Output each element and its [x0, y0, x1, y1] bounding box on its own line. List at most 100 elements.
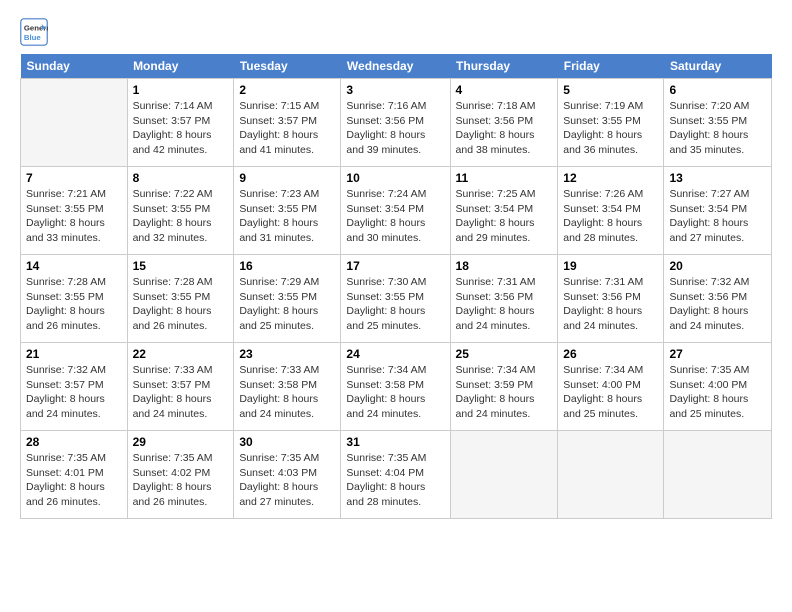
cell-info: Sunrise: 7:23 AMSunset: 3:55 PMDaylight:… — [239, 187, 335, 246]
cell-info: Sunrise: 7:30 AMSunset: 3:55 PMDaylight:… — [346, 275, 444, 334]
calendar-cell: 10 Sunrise: 7:24 AMSunset: 3:54 PMDayligh… — [341, 167, 450, 255]
cell-info: Sunrise: 7:21 AMSunset: 3:55 PMDaylight:… — [26, 187, 122, 246]
cell-info: Sunrise: 7:35 AMSunset: 4:03 PMDaylight:… — [239, 451, 335, 510]
day-header-monday: Monday — [127, 54, 234, 79]
calendar-cell: 23 Sunrise: 7:33 AMSunset: 3:58 PMDayligh… — [234, 343, 341, 431]
day-header-wednesday: Wednesday — [341, 54, 450, 79]
day-header-tuesday: Tuesday — [234, 54, 341, 79]
calendar-cell: 19Sunrise: 7:31 AMSunset: 3:56 PMDayligh… — [558, 255, 664, 343]
day-number: 31 — [346, 435, 444, 449]
day-number: 6 — [669, 83, 766, 97]
calendar-cell: 17 Sunrise: 7:30 AMSunset: 3:55 PMDayligh… — [341, 255, 450, 343]
calendar-cell: 22 Sunrise: 7:33 AMSunset: 3:57 PMDayligh… — [127, 343, 234, 431]
logo-icon: General Blue — [20, 18, 48, 46]
logo: General Blue — [20, 18, 48, 46]
cell-info: Sunrise: 7:25 AMSunset: 3:54 PMDaylight:… — [456, 187, 553, 246]
cell-info: Sunrise: 7:35 AMSunset: 4:00 PMDaylight:… — [669, 363, 766, 422]
cell-info: Sunrise: 7:33 AMSunset: 3:57 PMDaylight:… — [133, 363, 229, 422]
calendar-cell: 5 Sunrise: 7:19 AMSunset: 3:55 PMDaylight… — [558, 79, 664, 167]
day-number: 17 — [346, 259, 444, 273]
calendar-cell: 27 Sunrise: 7:35 AMSunset: 4:00 PMDayligh… — [664, 343, 772, 431]
calendar-cell: 21 Sunrise: 7:32 AMSunset: 3:57 PMDayligh… — [21, 343, 128, 431]
day-number: 15 — [133, 259, 229, 273]
day-number: 23 — [239, 347, 335, 361]
day-number: 1 — [133, 83, 229, 97]
header-row: SundayMondayTuesdayWednesdayThursdayFrid… — [21, 54, 772, 79]
day-number: 2 — [239, 83, 335, 97]
day-number: 18 — [456, 259, 553, 273]
cell-info: Sunrise: 7:16 AMSunset: 3:56 PMDaylight:… — [346, 99, 444, 158]
cell-info: Sunrise: 7:35 AMSunset: 4:01 PMDaylight:… — [26, 451, 122, 510]
day-number: 24 — [346, 347, 444, 361]
day-number: 22 — [133, 347, 229, 361]
day-number: 12 — [563, 171, 658, 185]
svg-text:Blue: Blue — [24, 33, 42, 42]
calendar-cell — [664, 431, 772, 519]
cell-info: Sunrise: 7:24 AMSunset: 3:54 PMDaylight:… — [346, 187, 444, 246]
calendar-cell: 31 Sunrise: 7:35 AMSunset: 4:04 PMDayligh… — [341, 431, 450, 519]
calendar-cell — [21, 79, 128, 167]
cell-info: Sunrise: 7:35 AMSunset: 4:04 PMDaylight:… — [346, 451, 444, 510]
week-row-5: 28 Sunrise: 7:35 AMSunset: 4:01 PMDayligh… — [21, 431, 772, 519]
day-number: 19 — [563, 259, 658, 273]
cell-info: Sunrise: 7:19 AMSunset: 3:55 PMDaylight:… — [563, 99, 658, 158]
cell-info: Sunrise: 7:18 AMSunset: 3:56 PMDaylight:… — [456, 99, 553, 158]
calendar-cell: 30 Sunrise: 7:35 AMSunset: 4:03 PMDayligh… — [234, 431, 341, 519]
header: General Blue — [20, 18, 772, 46]
calendar-cell: 29Sunrise: 7:35 AMSunset: 4:02 PMDayligh… — [127, 431, 234, 519]
calendar-cell: 18 Sunrise: 7:31 AMSunset: 3:56 PMDayligh… — [450, 255, 558, 343]
calendar-cell: 9 Sunrise: 7:23 AMSunset: 3:55 PMDaylight… — [234, 167, 341, 255]
calendar-cell — [450, 431, 558, 519]
calendar-cell: 6Sunrise: 7:20 AMSunset: 3:55 PMDaylight… — [664, 79, 772, 167]
calendar-cell: 12Sunrise: 7:26 AMSunset: 3:54 PMDayligh… — [558, 167, 664, 255]
day-number: 30 — [239, 435, 335, 449]
day-number: 27 — [669, 347, 766, 361]
calendar-cell: 20Sunrise: 7:32 AMSunset: 3:56 PMDayligh… — [664, 255, 772, 343]
day-header-saturday: Saturday — [664, 54, 772, 79]
calendar-cell: 25Sunrise: 7:34 AMSunset: 3:59 PMDayligh… — [450, 343, 558, 431]
day-number: 26 — [563, 347, 658, 361]
cell-info: Sunrise: 7:29 AMSunset: 3:55 PMDaylight:… — [239, 275, 335, 334]
cell-info: Sunrise: 7:28 AMSunset: 3:55 PMDaylight:… — [133, 275, 229, 334]
calendar-cell: 24 Sunrise: 7:34 AMSunset: 3:58 PMDayligh… — [341, 343, 450, 431]
calendar-table: SundayMondayTuesdayWednesdayThursdayFrid… — [20, 54, 772, 519]
day-number: 10 — [346, 171, 444, 185]
day-number: 13 — [669, 171, 766, 185]
calendar-cell: 3 Sunrise: 7:16 AMSunset: 3:56 PMDaylight… — [341, 79, 450, 167]
cell-info: Sunrise: 7:27 AMSunset: 3:54 PMDaylight:… — [669, 187, 766, 246]
calendar-cell: 13 Sunrise: 7:27 AMSunset: 3:54 PMDayligh… — [664, 167, 772, 255]
cell-info: Sunrise: 7:32 AMSunset: 3:57 PMDaylight:… — [26, 363, 122, 422]
day-number: 20 — [669, 259, 766, 273]
week-row-1: 1 Sunrise: 7:14 AMSunset: 3:57 PMDaylight… — [21, 79, 772, 167]
calendar-cell: 1 Sunrise: 7:14 AMSunset: 3:57 PMDaylight… — [127, 79, 234, 167]
day-number: 9 — [239, 171, 335, 185]
calendar-cell: 14Sunrise: 7:28 AMSunset: 3:55 PMDayligh… — [21, 255, 128, 343]
calendar-cell: 15 Sunrise: 7:28 AMSunset: 3:55 PMDayligh… — [127, 255, 234, 343]
day-number: 21 — [26, 347, 122, 361]
cell-info: Sunrise: 7:14 AMSunset: 3:57 PMDaylight:… — [133, 99, 229, 158]
calendar-cell: 7 Sunrise: 7:21 AMSunset: 3:55 PMDaylight… — [21, 167, 128, 255]
cell-info: Sunrise: 7:34 AMSunset: 4:00 PMDaylight:… — [563, 363, 658, 422]
cell-info: Sunrise: 7:28 AMSunset: 3:55 PMDaylight:… — [26, 275, 122, 334]
calendar-cell: 26 Sunrise: 7:34 AMSunset: 4:00 PMDayligh… — [558, 343, 664, 431]
cell-info: Sunrise: 7:33 AMSunset: 3:58 PMDaylight:… — [239, 363, 335, 422]
cell-info: Sunrise: 7:34 AMSunset: 3:58 PMDaylight:… — [346, 363, 444, 422]
day-number: 4 — [456, 83, 553, 97]
calendar-cell: 28 Sunrise: 7:35 AMSunset: 4:01 PMDayligh… — [21, 431, 128, 519]
week-row-3: 14Sunrise: 7:28 AMSunset: 3:55 PMDayligh… — [21, 255, 772, 343]
day-number: 5 — [563, 83, 658, 97]
day-number: 7 — [26, 171, 122, 185]
day-header-thursday: Thursday — [450, 54, 558, 79]
calendar-container: General Blue SundayMondayTuesdayWednesda… — [0, 0, 792, 529]
day-number: 25 — [456, 347, 553, 361]
week-row-2: 7 Sunrise: 7:21 AMSunset: 3:55 PMDaylight… — [21, 167, 772, 255]
calendar-cell: 4 Sunrise: 7:18 AMSunset: 3:56 PMDaylight… — [450, 79, 558, 167]
day-number: 11 — [456, 171, 553, 185]
day-number: 29 — [133, 435, 229, 449]
day-header-sunday: Sunday — [21, 54, 128, 79]
day-number: 28 — [26, 435, 122, 449]
cell-info: Sunrise: 7:31 AMSunset: 3:56 PMDaylight:… — [456, 275, 553, 334]
calendar-cell: 8Sunrise: 7:22 AMSunset: 3:55 PMDaylight… — [127, 167, 234, 255]
day-number: 3 — [346, 83, 444, 97]
cell-info: Sunrise: 7:22 AMSunset: 3:55 PMDaylight:… — [133, 187, 229, 246]
